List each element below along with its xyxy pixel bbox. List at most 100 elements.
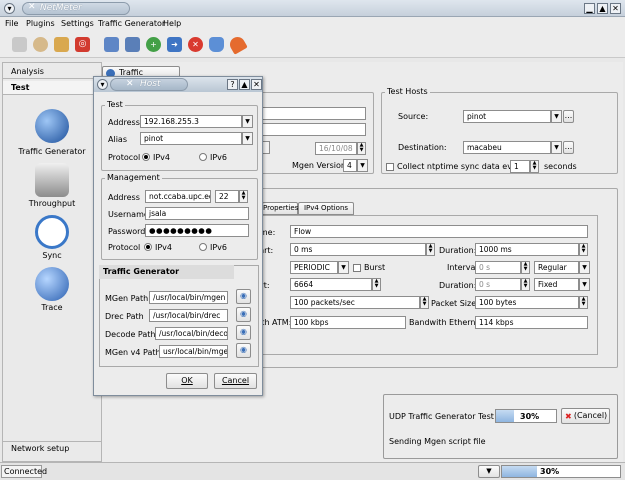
duration2-mode-select[interactable]: Fixed <box>534 278 579 291</box>
tab-ipv4-options[interactable]: IPv4 Options <box>298 202 354 215</box>
save-icon[interactable] <box>125 37 140 52</box>
stop-icon[interactable]: ◎ <box>75 37 90 52</box>
collect-checkbox[interactable] <box>386 163 394 171</box>
duration2-field[interactable]: 0 s <box>475 278 521 291</box>
mgmt-port-spin[interactable]: ▲ ▼ <box>239 190 248 203</box>
maximize-icon[interactable]: ▲ <box>597 3 608 14</box>
mgmt-address-field[interactable]: not.ccaba.upc.edu <box>145 190 211 203</box>
duration2-mode-dropdown[interactable]: ▼ <box>579 278 590 291</box>
interval-mode-select[interactable]: Regular <box>534 261 579 274</box>
clock-icon[interactable] <box>35 215 69 249</box>
interval-mode-dropdown[interactable]: ▼ <box>579 261 590 274</box>
cancel-button[interactable]: Cancel <box>214 373 257 389</box>
password-field[interactable]: ●●●●●●●●● <box>145 224 249 237</box>
throughput-icon[interactable] <box>35 163 69 197</box>
mgmt-port-field[interactable]: 22 <box>215 190 239 203</box>
date-spin[interactable]: ▲ ▼ <box>357 142 366 155</box>
help-icon[interactable]: ? <box>227 79 238 90</box>
source-browse-button[interactable]: ... <box>563 110 574 123</box>
partial-field-2[interactable] <box>262 123 366 136</box>
duration2-spin[interactable]: ▲ ▼ <box>521 278 530 291</box>
mgmt-ipv6-radio[interactable] <box>199 243 207 251</box>
collect-interval-spin[interactable]: ▲ ▼ <box>530 160 539 173</box>
database-icon[interactable] <box>209 37 224 52</box>
destination-dropdown[interactable]: ▼ <box>551 141 562 154</box>
burst-checkbox[interactable] <box>353 264 361 272</box>
address-field[interactable]: 192.168.255.3 <box>140 115 242 128</box>
globe-icon[interactable] <box>35 109 69 143</box>
mgen-version-dropdown[interactable]: ▼ <box>357 159 368 172</box>
ipv6-radio[interactable] <box>199 153 207 161</box>
menu-help[interactable]: Help <box>163 19 181 28</box>
sidebar-test[interactable]: Test <box>3 81 101 95</box>
progress-cancel-button[interactable]: ✖ (Cancel) <box>561 408 610 424</box>
sidebar-item-throughput[interactable]: Throughput <box>3 199 101 208</box>
packet-size-field[interactable]: 100 bytes <box>475 296 579 309</box>
dialog-maximize-icon[interactable]: ▲ <box>239 79 250 90</box>
port-spin[interactable]: ▲ ▼ <box>372 278 381 291</box>
packet-size-spin[interactable]: ▲ ▼ <box>579 296 588 309</box>
tool-b-icon[interactable] <box>33 37 48 52</box>
tool-c-icon[interactable] <box>54 37 69 52</box>
duration-field[interactable]: 1000 ms <box>475 243 579 256</box>
menu-file[interactable]: File <box>5 19 18 28</box>
mgen4-path-field[interactable]: usr/local/bin/mgen4 <box>159 345 228 358</box>
address-dropdown[interactable]: ▼ <box>242 115 253 128</box>
pattern-select[interactable]: PERIODIC <box>290 261 338 274</box>
flow-name-field[interactable]: Flow <box>290 225 588 238</box>
window-menu-icon[interactable]: ▾ <box>4 3 15 14</box>
rate-field[interactable]: 100 packets/sec <box>290 296 420 309</box>
interval-field[interactable]: 0 s <box>475 261 521 274</box>
rate-spin[interactable]: ▲ ▼ <box>420 296 429 309</box>
mgen-version-value[interactable]: 4 <box>343 159 357 172</box>
duration-spin[interactable]: ▲ ▼ <box>579 243 588 256</box>
sidebar-network-setup[interactable]: Network setup <box>3 441 101 455</box>
decode-path-field[interactable]: /usr/local/bin/decode <box>155 327 228 340</box>
interval-spin[interactable]: ▲ ▼ <box>521 261 530 274</box>
mgen4-path-browse-icon[interactable]: ◉ <box>236 343 251 358</box>
alias-field[interactable]: pinot <box>140 132 242 145</box>
trace-globe-icon[interactable] <box>35 267 69 301</box>
source-select[interactable]: pinot <box>463 110 551 123</box>
username-field[interactable]: jsala <box>145 207 249 220</box>
dialog-close-icon[interactable]: ✕ <box>251 79 262 90</box>
menu-traffic-generator[interactable]: Traffic Generator <box>98 19 165 28</box>
destination-select[interactable]: macabeu <box>463 141 551 154</box>
mgen-path-field[interactable]: /usr/local/bin/mgen <box>149 291 228 304</box>
sidebar-item-traffic-generator[interactable]: Traffic Generator <box>3 147 101 156</box>
add-icon[interactable]: + <box>146 37 161 52</box>
pattern-dropdown[interactable]: ▼ <box>338 261 349 274</box>
sidebar-item-sync[interactable]: Sync <box>3 251 101 260</box>
start-field[interactable]: 0 ms <box>290 243 426 256</box>
forward-icon[interactable]: ➜ <box>167 37 182 52</box>
drec-path-browse-icon[interactable]: ◉ <box>236 307 251 322</box>
tool-a-icon[interactable] <box>12 37 27 52</box>
rocket-icon[interactable] <box>227 34 248 55</box>
menu-settings[interactable]: Settings <box>61 19 94 28</box>
start-spin[interactable]: ▲ ▼ <box>426 243 435 256</box>
mgmt-ipv4-radio[interactable] <box>144 243 152 251</box>
mgen-path-browse-icon[interactable]: ◉ <box>236 289 251 304</box>
sidebar-item-trace[interactable]: Trace <box>3 303 101 312</box>
partial-field-1[interactable] <box>262 107 366 120</box>
delete-icon[interactable]: ✕ <box>188 37 203 52</box>
tab-properties[interactable]: Properties <box>262 202 298 215</box>
partial-combo[interactable] <box>262 141 270 154</box>
destination-browse-button[interactable]: ... <box>563 141 574 154</box>
open-icon[interactable] <box>104 37 119 52</box>
date-field[interactable]: 16/10/08 <box>315 142 357 155</box>
collect-interval-field[interactable]: 1 <box>510 160 530 173</box>
sidebar-analysis[interactable]: Analysis <box>3 65 101 79</box>
close-icon[interactable]: ✕ <box>610 3 621 14</box>
alias-dropdown[interactable]: ▼ <box>242 132 253 145</box>
minimize-icon[interactable]: ▁ <box>584 3 595 14</box>
drec-path-field[interactable]: /usr/local/bin/drec <box>149 309 228 322</box>
status-toggle-button[interactable]: ▼ <box>478 465 500 478</box>
source-dropdown[interactable]: ▼ <box>551 110 562 123</box>
dialog-menu-icon[interactable]: ▾ <box>97 79 108 90</box>
ipv4-radio[interactable] <box>142 153 150 161</box>
decode-path-browse-icon[interactable]: ◉ <box>236 325 251 340</box>
ok-button[interactable]: OK <box>166 373 208 389</box>
port-field[interactable]: 6664 <box>290 278 372 291</box>
menu-plugins[interactable]: Plugins <box>26 19 55 28</box>
